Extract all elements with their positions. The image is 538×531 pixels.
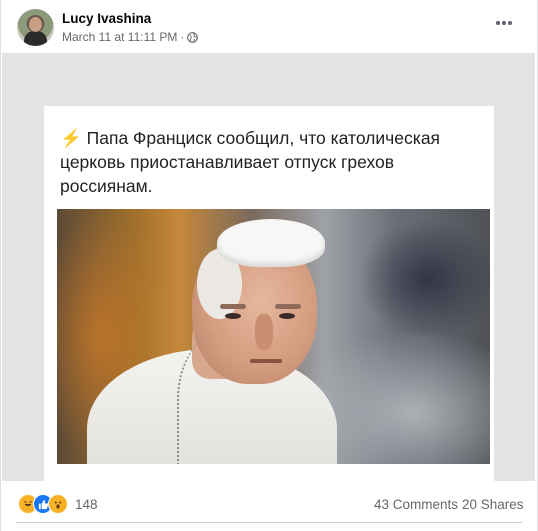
- meme-caption: ⚡ Папа Франциск сообщил, что католическа…: [60, 126, 490, 198]
- post-meta: March 11 at 11:11 PM ·: [62, 30, 199, 44]
- post-header: Lucy Ivashina March 11 at 11:11 PM ·: [0, 0, 538, 56]
- comments-count-link[interactable]: 43 Comments: [374, 497, 458, 512]
- post-stats: 148 43 Comments 20 Shares: [0, 481, 538, 527]
- pope-photo: [57, 209, 490, 464]
- author-avatar[interactable]: [17, 9, 54, 46]
- pectoral-chain: [177, 329, 279, 464]
- white-skullcap: [217, 219, 325, 267]
- reaction-count[interactable]: 148: [75, 497, 98, 512]
- stats-divider: [16, 522, 522, 523]
- reaction-icons[interactable]: [18, 494, 68, 514]
- author-name[interactable]: Lucy Ivashina: [62, 11, 151, 26]
- wow-reaction-icon: [48, 494, 68, 514]
- globe-icon[interactable]: [187, 31, 199, 43]
- avatar-body: [24, 31, 47, 46]
- meta-separator: ·: [180, 30, 185, 44]
- avatar-face: [29, 17, 42, 32]
- facebook-post: Lucy Ivashina March 11 at 11:11 PM · ⚡ П…: [0, 0, 538, 531]
- shares-count-link[interactable]: 20 Shares: [462, 497, 524, 512]
- post-image[interactable]: ⚡ Папа Франциск сообщил, что католическа…: [2, 53, 535, 481]
- meme-card: ⚡ Папа Франциск сообщил, что католическа…: [44, 106, 494, 481]
- post-border-left: [0, 0, 1, 531]
- lightning-icon: ⚡: [60, 128, 82, 148]
- post-timestamp[interactable]: March 11 at 11:11 PM: [62, 30, 177, 44]
- more-options-icon[interactable]: [493, 12, 515, 34]
- meme-caption-text: Папа Франциск сообщил, что католическая …: [60, 128, 441, 196]
